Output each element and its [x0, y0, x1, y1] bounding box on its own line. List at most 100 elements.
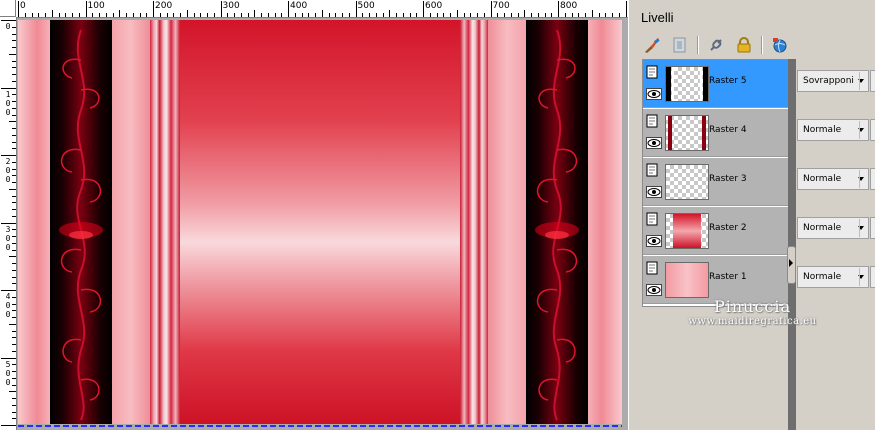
eye-icon[interactable] — [646, 186, 662, 198]
canvas-area[interactable]: 0 100 200 300 400 500 600 700 800 01002003004005… — [0, 0, 628, 430]
ruler-tick — [429, 13, 431, 17]
ruler-tick — [12, 47, 16, 48]
ruler-tick — [510, 13, 512, 17]
ruler-tick — [355, 1, 357, 17]
ruler-tick — [375, 13, 377, 17]
ruler-tick — [12, 33, 16, 35]
panel-splitter[interactable] — [788, 59, 796, 430]
layer-row[interactable]: Raster 5 — [643, 60, 789, 108]
ruler-tick — [267, 13, 269, 17]
ruler-top-label: 300 — [222, 1, 240, 11]
ruler-tick — [625, 1, 627, 17]
ruler-tick — [551, 13, 553, 17]
ruler-tick — [119, 10, 121, 17]
ruler-left-label: 0 — [5, 107, 11, 117]
ruler-tick — [274, 13, 276, 17]
eye-icon[interactable] — [646, 88, 662, 100]
layer-type-icon[interactable] — [646, 261, 660, 275]
layer-name: Raster 1 — [709, 272, 747, 282]
layer-thumbnail — [665, 213, 709, 249]
layer-type-icon[interactable] — [646, 65, 660, 79]
layer-row[interactable]: Raster 2 — [643, 207, 789, 255]
left-floral-ornament — [59, 29, 103, 421]
ruler-tick — [564, 13, 566, 17]
ruler-left-label: 0 — [5, 242, 11, 252]
opacity-field[interactable] — [870, 217, 875, 239]
ruler-tick — [1, 425, 16, 426]
ruler-tick — [328, 13, 330, 17]
blend-mode-label: Sovrapponi — [803, 76, 854, 86]
ruler-tick — [12, 330, 16, 332]
ruler-tick — [200, 13, 202, 17]
ruler-tick — [9, 391, 16, 393]
layer-row[interactable]: Raster 4 — [643, 109, 789, 157]
ruler-tick — [31, 13, 33, 17]
ruler-tick — [12, 148, 16, 150]
ruler-tick — [18, 1, 19, 17]
ruler-tick — [537, 13, 539, 17]
link-icon[interactable] — [705, 34, 727, 56]
left-silver-stripes — [150, 20, 180, 424]
ruler-left-label: 0 — [5, 175, 11, 184]
watermark-url: www.maidiregrafica.eu — [688, 316, 817, 327]
opacity-field[interactable] — [870, 70, 875, 92]
blend-mode-label: Normale — [803, 223, 842, 233]
lock-icon[interactable] — [733, 34, 755, 56]
ruler-tick — [463, 13, 465, 17]
ruler-left-label: 0 — [5, 310, 11, 319]
blend-mode-label: Normale — [803, 125, 842, 135]
ruler-tick — [12, 215, 16, 217]
ruler-tick — [58, 13, 60, 17]
ruler-tick — [443, 13, 445, 17]
ruler-tick — [193, 13, 195, 17]
ruler-tick — [12, 141, 16, 143]
ruler-tick — [12, 344, 16, 345]
layer-type-icon[interactable] — [646, 212, 660, 226]
mask-icon[interactable] — [669, 34, 691, 56]
image-canvas[interactable] — [18, 20, 622, 424]
ruler-tick — [126, 13, 127, 17]
right-silver-stripes — [460, 20, 488, 424]
ruler-left-label: 2 — [5, 157, 11, 166]
ruler-tick — [389, 10, 391, 17]
opacity-field[interactable] — [870, 168, 875, 190]
brush-icon[interactable] — [641, 34, 663, 56]
ruler-tick — [456, 10, 458, 17]
layers-list[interactable]: Raster 5 Raster 4 Raster 3 Raster 2 Raster 1 — [642, 59, 790, 307]
ruler-tick — [207, 13, 208, 17]
ruler-top-label: 0 — [20, 1, 26, 11]
ruler-top-label: 700 — [492, 1, 510, 11]
ruler-tick — [12, 337, 16, 339]
ruler-tick — [234, 13, 235, 17]
ruler-tick — [12, 80, 16, 82]
eye-icon[interactable] — [646, 137, 662, 149]
ruler-tick — [12, 404, 16, 406]
ruler-left-label: 4 — [5, 292, 11, 301]
splitter-arrow-icon — [789, 259, 793, 267]
layer-name: Raster 2 — [709, 223, 747, 233]
opacity-field[interactable] — [870, 266, 875, 288]
ruler-top-label: 400 — [290, 1, 308, 11]
watermark: Pinuccia www.maidiregrafica.eu — [629, 297, 875, 327]
ruler-top-label: 100 — [87, 1, 105, 11]
ruler-tick — [12, 263, 16, 264]
globe-icon[interactable] — [769, 34, 791, 56]
ruler-tick — [591, 10, 593, 17]
ruler-tick — [396, 13, 397, 17]
layer-type-icon[interactable] — [646, 163, 660, 177]
ruler-top-label: 500 — [357, 1, 375, 11]
ruler-tick — [335, 13, 337, 17]
blend-separator — [859, 170, 860, 188]
ruler-tick — [294, 13, 296, 17]
layer-row[interactable]: Raster 3 — [643, 158, 789, 206]
right-mid-panel — [488, 20, 526, 424]
layer-type-icon[interactable] — [646, 114, 660, 128]
ruler-tick — [1, 20, 16, 21]
blend-separator — [859, 121, 860, 139]
eye-icon[interactable] — [646, 284, 662, 296]
eye-icon[interactable] — [646, 235, 662, 247]
panel-title: Livelli — [641, 10, 674, 25]
opacity-field[interactable] — [870, 119, 875, 141]
ruler-tick — [12, 398, 16, 399]
center-panel — [180, 20, 460, 424]
